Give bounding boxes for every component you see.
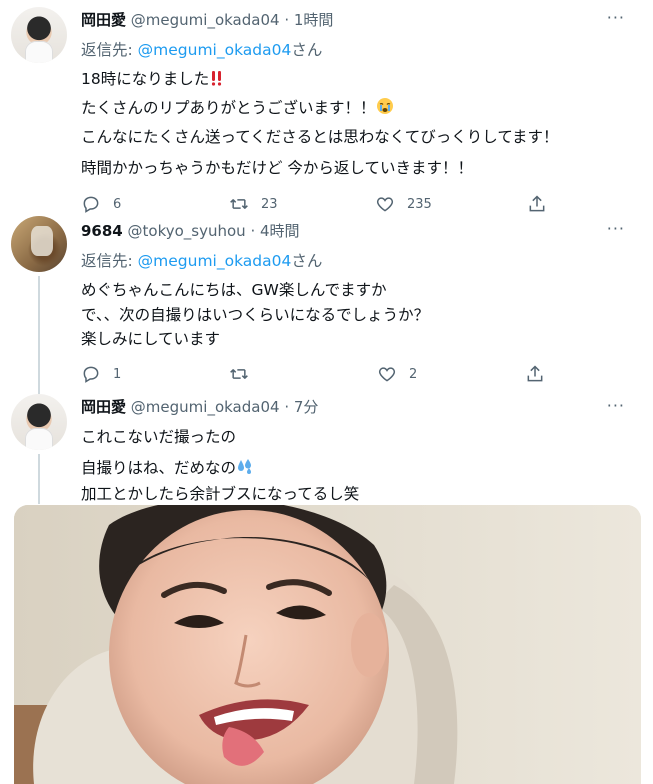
tweet-text-line: めぐちゃんこんにちは、GW楽しんでますか <box>81 281 387 299</box>
reply-suffix: さん <box>291 252 323 270</box>
share-icon <box>527 365 543 382</box>
tweet-text-line: 自撮りはね、だめなの <box>81 456 254 479</box>
more-icon[interactable]: ··· <box>607 219 625 238</box>
tweet-text-line: 楽しみにしています <box>81 330 221 348</box>
share-button[interactable] <box>525 364 557 384</box>
reply-to: 返信先: @megumi_okada04さん <box>81 249 322 271</box>
more-icon[interactable]: ··· <box>607 8 625 27</box>
tweet-text-line: こんなにたくさん送ってくださるとは思わなくてびっくりしてます！ <box>81 128 559 146</box>
text: 自撮りはね、だめなの <box>81 459 237 477</box>
tweet-2[interactable]: 9684 @tokyo_syuhou · 4時間 ··· 返信先: @megum… <box>0 210 653 394</box>
avatar[interactable] <box>11 216 67 272</box>
like-count: 2 <box>409 366 418 382</box>
reply-mention[interactable]: @megumi_okada04 <box>138 252 292 270</box>
text: 18時になりました <box>81 70 210 88</box>
sweat-droplets-emoji <box>236 457 254 479</box>
reply-to: 返信先: @megumi_okada04さん <box>81 38 322 60</box>
timestamp[interactable]: · 4時間 <box>250 222 299 240</box>
double-exclamation-emoji <box>209 70 225 90</box>
tweet-3[interactable]: 岡田愛 @megumi_okada04 · 7分 ··· これこないだ撮ったの … <box>0 390 653 784</box>
reply-suffix: さん <box>291 41 323 59</box>
reply-count: 1 <box>113 366 122 382</box>
action-bar: 1 2 <box>81 364 561 388</box>
selfie-photo <box>14 505 641 784</box>
thread-line <box>38 454 40 504</box>
timestamp[interactable]: · 1時間 <box>284 11 333 29</box>
thread-line <box>38 276 40 394</box>
reply-mention[interactable]: @megumi_okada04 <box>138 41 292 59</box>
tweet-text-line: 時間かかっちゃうかもだけど 今から返していきます！！ <box>81 159 473 177</box>
timestamp[interactable]: · 7分 <box>284 398 318 416</box>
tweet-header: 岡田愛 @megumi_okada04 · 1時間 <box>81 9 333 30</box>
reply-prefix: 返信先: <box>81 41 138 59</box>
avatar[interactable] <box>11 7 67 63</box>
avatar[interactable] <box>11 394 67 450</box>
tweet-photo[interactable] <box>14 505 641 784</box>
reply-button[interactable]: 1 <box>81 364 121 384</box>
tweet-header: 9684 @tokyo_syuhou · 4時間 <box>81 220 300 241</box>
display-name[interactable]: 岡田愛 <box>81 398 126 416</box>
display-name[interactable]: 9684 <box>81 222 123 240</box>
tweet-text-line: 加工とかしたら余計ブスになってるし笑 <box>81 485 360 503</box>
tweet-text-line: これこないだ撮ったの <box>81 428 237 446</box>
reply-icon <box>83 366 99 383</box>
retweet-button[interactable] <box>229 364 261 384</box>
more-icon[interactable]: ··· <box>607 396 625 415</box>
reply-prefix: 返信先: <box>81 252 138 270</box>
text: たくさんのリプありがとうございます！！ <box>81 99 376 117</box>
tweet-header: 岡田愛 @megumi_okada04 · 7分 <box>81 396 318 417</box>
handle[interactable]: @tokyo_syuhou <box>128 222 246 240</box>
tweet-text-line: 18時になりました <box>81 67 225 90</box>
crying-face-emoji <box>376 97 394 119</box>
handle[interactable]: @megumi_okada04 <box>131 11 280 29</box>
handle[interactable]: @megumi_okada04 <box>131 398 280 416</box>
like-icon <box>378 367 396 382</box>
tweet-text-line: たくさんのリプありがとうございます！！ <box>81 96 394 119</box>
retweet-icon <box>230 369 248 379</box>
tweet-1[interactable]: 岡田愛 @megumi_okada04 · 1時間 ··· 返信先: @megu… <box>0 0 653 220</box>
tweet-text-line: で、、次の自撮りはいつくらいになるでしょうか？ <box>81 306 430 324</box>
like-button[interactable]: 2 <box>377 364 417 384</box>
display-name[interactable]: 岡田愛 <box>81 11 126 29</box>
